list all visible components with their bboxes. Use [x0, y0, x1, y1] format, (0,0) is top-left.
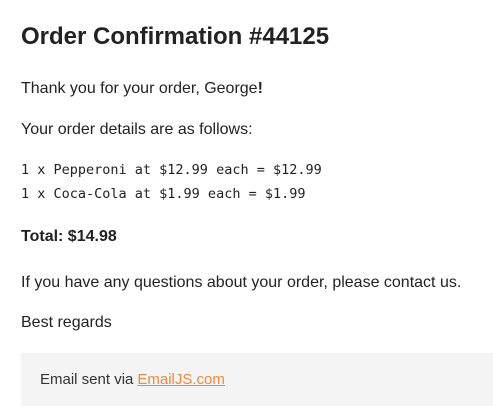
order-details-intro: Your order details are as follows: [21, 121, 253, 138]
order-items-list: 1 x Pepperoni at $12.99 each = $12.99 1 … [21, 158, 322, 206]
contact-note: If you have any questions about your ord… [21, 274, 462, 291]
order-total: Total: $14.98 [21, 228, 117, 245]
greeting-text: Thank you for your order, George! [21, 79, 263, 99]
greeting-suffix: ! [257, 80, 263, 97]
greeting-prefix: Thank you for your order, George [21, 80, 258, 97]
list-item: 1 x Coca-Cola at $1.99 each = $1.99 [21, 186, 306, 202]
email-footer: Email sent via EmailJS.com [21, 353, 493, 406]
sign-off: Best regards [21, 314, 112, 331]
emailjs-link[interactable]: EmailJS.com [137, 371, 225, 388]
page-title: Order Confirmation #44125 [21, 23, 330, 50]
footer-prefix: Email sent via [40, 371, 134, 388]
list-item: 1 x Pepperoni at $12.99 each = $12.99 [21, 162, 322, 178]
